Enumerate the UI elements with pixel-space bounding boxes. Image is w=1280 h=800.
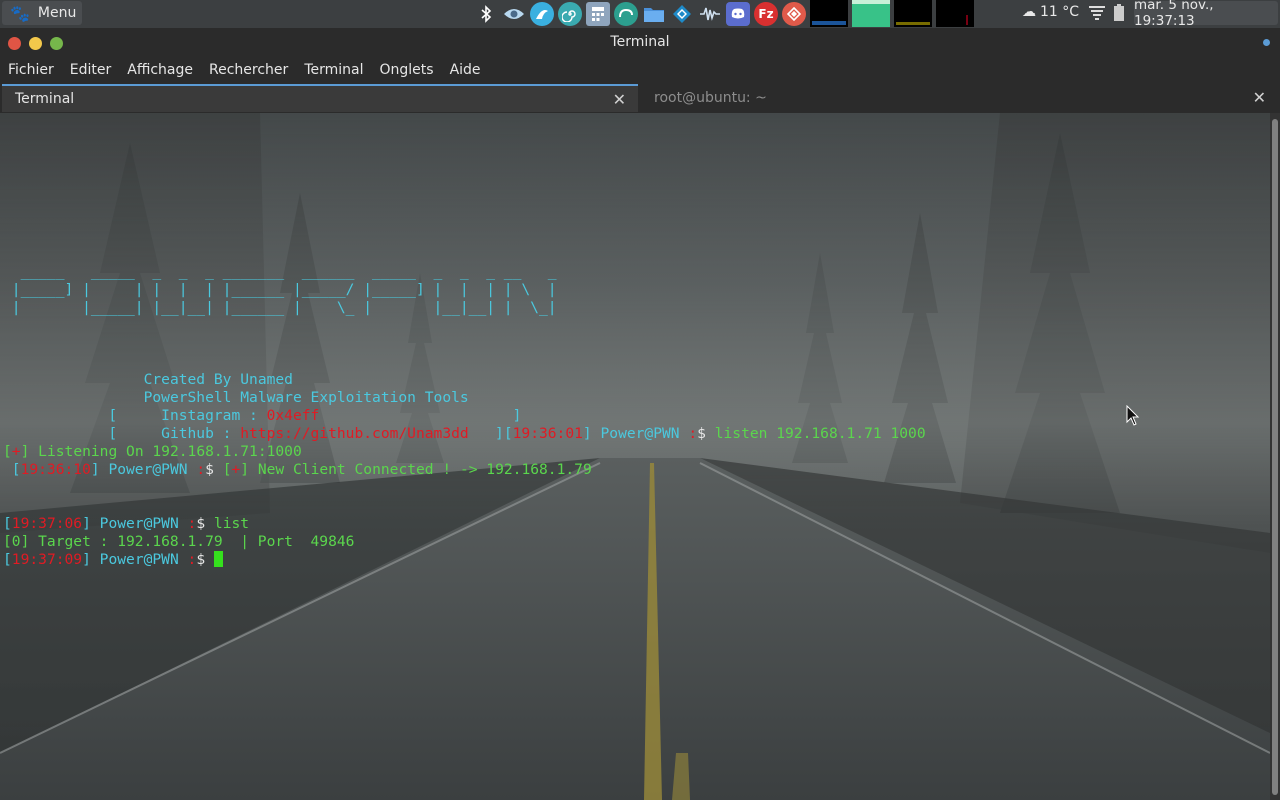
filezilla-icon[interactable]: Fz xyxy=(754,2,778,26)
menu-label: Menu xyxy=(37,5,77,21)
folder-icon[interactable] xyxy=(642,2,666,26)
weather-temp: 11 °C xyxy=(1040,4,1080,20)
instagram-value: 0x4eff xyxy=(266,407,320,424)
window-titlebar[interactable]: Terminal xyxy=(0,28,1280,58)
tab-root-ubuntu[interactable]: root@ubuntu: ~ ✕ xyxy=(640,84,1278,112)
credits-subtitle: PowerShell Malware Exploitation Tools xyxy=(143,389,469,406)
command-text: list xyxy=(213,515,250,532)
mastodon-icon[interactable] xyxy=(614,2,638,26)
prompt-user: Power@PWN xyxy=(600,425,680,442)
weather-icon: ☁ xyxy=(1022,4,1036,20)
banner-line: |_____] | | | | | |______ |_____/ |_____… xyxy=(3,281,557,298)
event-text: New Client Connected ! -> 192.168.1.79 xyxy=(257,461,592,478)
terminal-output: _____ _____ _ _ _ _______ ______ _____ _… xyxy=(3,263,926,568)
status-text: Listening On 192.168.1.71:1000 xyxy=(38,443,302,460)
status-prefix: + xyxy=(11,443,21,460)
clock[interactable]: mar. 5 nov., 19:37:13 xyxy=(1134,0,1278,29)
tab-terminal[interactable]: Terminal ✕ xyxy=(2,84,638,112)
top-panel: 🐾 Menu Fz ☁ 11 °C mar. 5 nov., 19:37:13 xyxy=(0,0,1280,29)
instagram-label: Instagram : xyxy=(161,407,267,424)
spiral-icon[interactable] xyxy=(558,2,582,26)
cpu-monitor[interactable] xyxy=(810,0,848,27)
menu-affichage[interactable]: Affichage xyxy=(119,62,201,78)
terminal-scrollbar[interactable] xyxy=(1270,113,1280,800)
menu-terminal[interactable]: Terminal xyxy=(296,62,371,78)
tab-bar: Terminal ✕ root@ubuntu: ~ ✕ xyxy=(0,82,1280,113)
menubar: Fichier Editer Affichage Rechercher Term… xyxy=(0,58,1280,82)
menu-rechercher[interactable]: Rechercher xyxy=(201,62,296,78)
tab-label: root@ubuntu: ~ xyxy=(654,90,767,106)
event-prefix: + xyxy=(231,461,241,478)
audio-wave-icon[interactable] xyxy=(698,2,722,26)
close-tab-icon[interactable]: ✕ xyxy=(1253,88,1266,107)
battery-icon[interactable] xyxy=(1113,4,1125,26)
menu-onglets[interactable]: Onglets xyxy=(371,62,441,78)
discord-icon[interactable] xyxy=(726,2,750,26)
command-output: [0] Target : 192.168.1.79 | Port 49846 xyxy=(3,533,355,550)
credits-created-by: Created By Unamed xyxy=(143,371,293,388)
banner-line: | |_____| |__|__| |______ | \_ | |__|__|… xyxy=(3,299,557,316)
network-icon[interactable] xyxy=(1088,4,1106,24)
prompt-user: Power@PWN xyxy=(99,515,179,532)
github-value: https://github.com/Unam3dd xyxy=(240,425,469,442)
disk-monitor[interactable] xyxy=(936,0,974,27)
prompt-user: Power@PWN xyxy=(99,551,179,568)
prompt-time: 19:37:09 xyxy=(11,551,83,568)
text-cursor xyxy=(213,551,223,567)
kodi-icon[interactable] xyxy=(670,2,694,26)
memory-monitor[interactable] xyxy=(852,0,890,27)
command-text: listen 192.168.1.71 1000 xyxy=(714,425,926,442)
gnome-foot-icon: 🐾 xyxy=(10,3,30,23)
anydesk-icon[interactable] xyxy=(782,2,806,26)
window-title: Terminal xyxy=(610,34,670,50)
github-label: Github : xyxy=(161,425,241,442)
eye-icon[interactable] xyxy=(502,2,526,26)
tab-label: Terminal xyxy=(15,91,75,107)
weather-indicator[interactable]: ☁ 11 °C xyxy=(1022,4,1079,20)
network-monitor[interactable] xyxy=(894,0,932,27)
system-tray: Fz xyxy=(474,2,806,26)
menu-editer[interactable]: Editer xyxy=(62,62,119,78)
close-tab-icon[interactable]: ✕ xyxy=(613,90,626,109)
menu-button[interactable]: 🐾 Menu xyxy=(2,1,82,25)
banner-line: _____ _____ _ _ _ _______ ______ _____ _… xyxy=(3,263,557,280)
menu-aide[interactable]: Aide xyxy=(442,62,489,78)
window-indicator-dot xyxy=(1263,39,1270,46)
calculator-icon[interactable] xyxy=(586,2,610,26)
shark-icon[interactable] xyxy=(530,2,554,26)
prompt-time: 19:36:01 xyxy=(512,425,583,442)
scrollbar-thumb[interactable] xyxy=(1272,119,1278,795)
menu-fichier[interactable]: Fichier xyxy=(0,62,62,78)
terminal-area[interactable]: _____ _____ _ _ _ _______ ______ _____ _… xyxy=(0,113,1270,800)
prompt-time: 19:36:10 xyxy=(20,461,91,478)
mouse-pointer-icon xyxy=(1126,405,1140,426)
prompt-time: 19:37:06 xyxy=(11,515,83,532)
prompt-user: Power@PWN xyxy=(108,461,188,478)
bluetooth-icon[interactable] xyxy=(474,2,498,26)
